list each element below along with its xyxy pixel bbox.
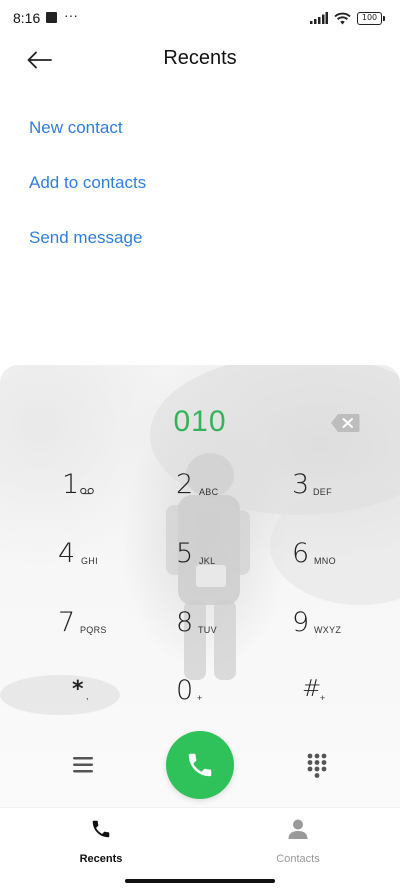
tab-recents[interactable]: Recents: [41, 816, 161, 865]
key-letters: WXYZ: [314, 625, 342, 635]
status-icons: 100: [310, 9, 385, 27]
key-digit: 3: [292, 469, 310, 500]
phone-icon: [188, 753, 212, 777]
battery-icon: 100: [357, 11, 385, 25]
key-letters: TUV: [198, 625, 217, 635]
phone-icon: [92, 820, 110, 838]
key-2[interactable]: 2 ABC: [176, 469, 286, 525]
key-digit: 2: [176, 469, 194, 500]
key-digit: 0: [176, 675, 194, 706]
tab-contacts[interactable]: Contacts: [238, 816, 358, 865]
key-digit: 6: [292, 538, 310, 569]
key-3[interactable]: 3 DEF: [292, 469, 400, 525]
status-time: 8:16: [13, 10, 41, 26]
key-5[interactable]: 5 JKL: [176, 538, 286, 594]
key-letters: MNO: [314, 556, 336, 566]
key-digit: 1: [62, 469, 80, 500]
status-bar: 8:16 ··· 100: [0, 0, 400, 36]
signal-icon: [310, 12, 328, 24]
key-digit: 4: [58, 538, 76, 569]
key-0[interactable]: 0 +: [176, 675, 286, 731]
key-digit: #: [302, 676, 322, 702]
key-4[interactable]: 4 GHI: [58, 538, 168, 594]
app-header: Recents: [0, 36, 400, 82]
wifi-icon: [334, 12, 351, 24]
key-digit: 7: [58, 607, 76, 638]
call-button[interactable]: [166, 731, 234, 799]
key-letters: DEF: [313, 487, 332, 497]
voicemail-icon: [80, 487, 94, 495]
key-digit: 8: [176, 607, 194, 638]
notification-square-icon: [46, 12, 57, 23]
key-digit: 5: [176, 538, 194, 569]
key-digit: 9: [292, 607, 310, 638]
key-letters: ,: [86, 691, 89, 701]
page-title: Recents: [163, 47, 237, 69]
key-8[interactable]: 8 TUV: [176, 607, 286, 663]
key-6[interactable]: 6 MNO: [292, 538, 400, 594]
home-indicator[interactable]: [125, 879, 275, 883]
key-hash[interactable]: # +: [302, 675, 400, 731]
key-letters: JKL: [199, 556, 216, 566]
key-star[interactable]: * ,: [72, 675, 182, 731]
add-to-contacts-link[interactable]: Add to contacts: [29, 173, 146, 193]
key-1[interactable]: 1: [58, 469, 168, 525]
new-contact-link[interactable]: New contact: [29, 118, 123, 138]
person-icon: [288, 819, 308, 839]
key-letters: ABC: [199, 487, 219, 497]
key-letters: GHI: [81, 556, 98, 566]
key-letters: +: [320, 693, 326, 703]
send-message-link[interactable]: Send message: [29, 228, 142, 248]
tab-label: Recents: [79, 853, 123, 865]
key-9[interactable]: 9 WXYZ: [292, 607, 400, 663]
dialer-panel: 010 1 2 ABC 3 DEF 4 GHI 5 JKL 6 MNO 7 PQ…: [0, 365, 400, 807]
key-letters: PQRS: [80, 625, 107, 635]
tab-label: Contacts: [276, 853, 320, 865]
more-notifications-icon: ···: [64, 7, 78, 23]
key-7[interactable]: 7 PQRS: [58, 607, 168, 663]
bottom-nav: Recents Contacts: [0, 807, 400, 889]
dialpad-icon[interactable]: [304, 752, 330, 778]
menu-icon[interactable]: [70, 752, 96, 778]
key-letters: +: [197, 693, 203, 703]
key-digit: *: [72, 677, 84, 702]
backspace-icon[interactable]: [330, 413, 360, 433]
